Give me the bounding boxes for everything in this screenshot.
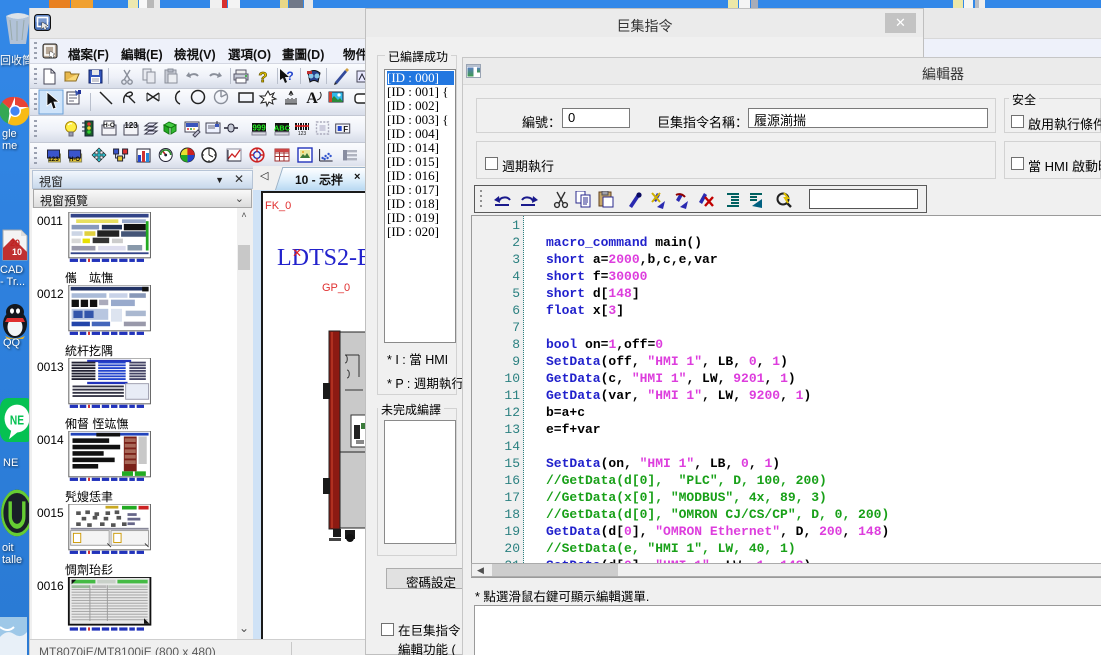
svg-text:123: 123 [124, 121, 138, 130]
svg-text:123: 123 [298, 131, 307, 137]
svg-text:?: ? [258, 69, 267, 86]
svg-text:999: 999 [252, 124, 266, 133]
svg-text:NE: NE [10, 413, 24, 428]
svg-text:10: 10 [12, 247, 22, 257]
svg-text:?: ? [286, 69, 293, 83]
svg-text:F: F [343, 125, 348, 134]
svg-text:123: 123 [48, 156, 59, 163]
svg-text:H-O: H-O [69, 157, 80, 163]
svg-text:A: A [306, 90, 318, 107]
svg-text:ABC: ABC [274, 124, 291, 133]
svg-text:H-O: H-O [103, 122, 115, 129]
